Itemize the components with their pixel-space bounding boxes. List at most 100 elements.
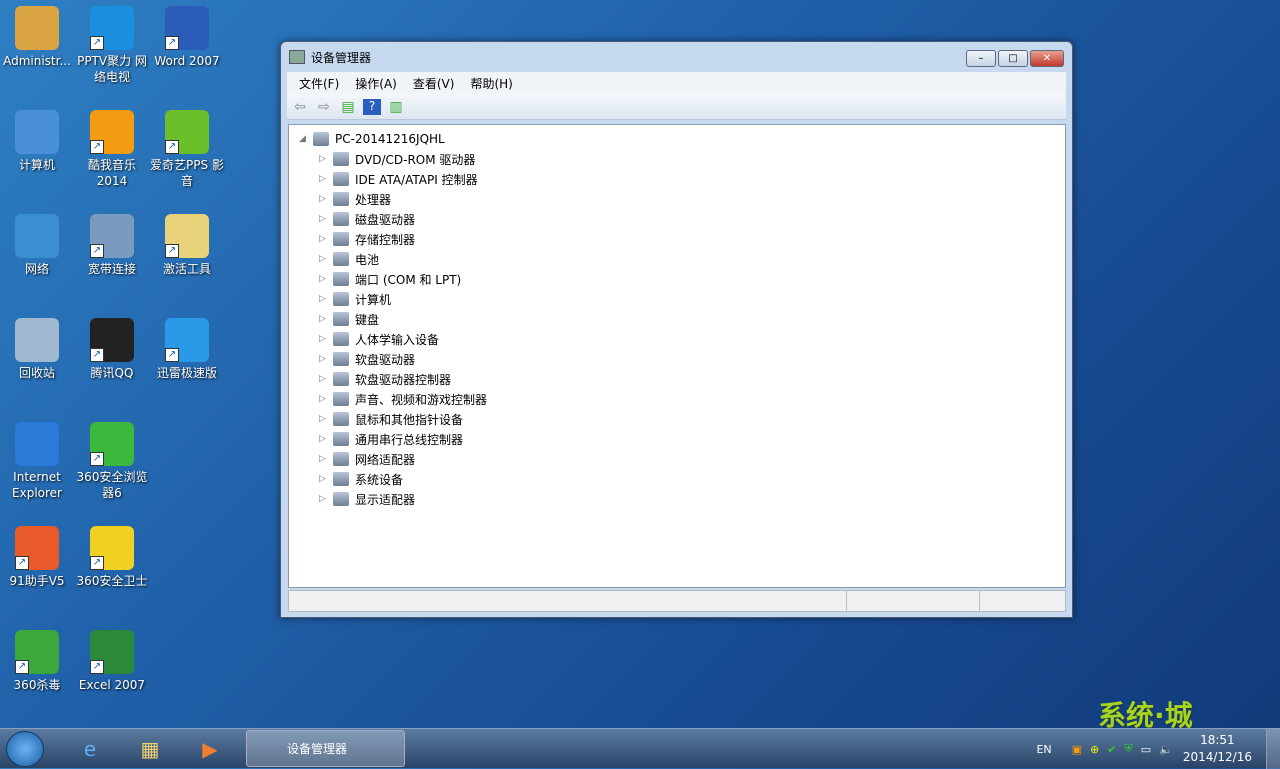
tree-item[interactable]: ▷ 端口 (COM 和 LPT) bbox=[299, 269, 1065, 289]
tree-item[interactable]: ▷ 网络适配器 bbox=[299, 449, 1065, 469]
tree-item[interactable]: ▷ 软盘驱动器 bbox=[299, 349, 1065, 369]
collapse-icon[interactable]: ◢ bbox=[299, 134, 309, 144]
desktop-icon[interactable]: ↗ Excel 2007 bbox=[74, 626, 150, 693]
tree-item[interactable]: ▷ 软盘驱动器控制器 bbox=[299, 369, 1065, 389]
menu-bar: 文件(F) 操作(A) 查看(V) 帮助(H) bbox=[287, 72, 1066, 94]
safely-remove-icon[interactable]: ✔ bbox=[1107, 743, 1116, 756]
desktop-icon[interactable]: ↗ 360安全浏览 器6 bbox=[74, 418, 150, 501]
minimize-button[interactable]: – bbox=[966, 50, 996, 67]
tree-item[interactable]: ▷ 存储控制器 bbox=[299, 229, 1065, 249]
forward-icon[interactable]: ⇨ bbox=[315, 99, 333, 115]
desktop-icon[interactable]: 计算机 bbox=[0, 106, 75, 173]
menu-file[interactable]: 文件(F) bbox=[291, 75, 347, 92]
tree-root[interactable]: ◢ PC-20141216JQHL bbox=[299, 129, 1065, 149]
language-indicator[interactable]: EN bbox=[1036, 743, 1051, 756]
desktop-icon[interactable]: Administr... bbox=[0, 2, 75, 69]
show-desktop-button[interactable] bbox=[1266, 729, 1280, 769]
expand-icon[interactable]: ▷ bbox=[319, 434, 329, 444]
expand-icon[interactable]: ▷ bbox=[319, 374, 329, 384]
properties-icon[interactable]: ▤ bbox=[339, 99, 357, 115]
file-explorer-icon[interactable]: ▦ bbox=[124, 731, 176, 767]
desktop-icon[interactable]: ↗ PPTV聚力 网络电视 bbox=[74, 2, 150, 85]
expand-icon[interactable]: ▷ bbox=[319, 414, 329, 424]
app-icon: ↗ bbox=[165, 214, 209, 258]
tree-item[interactable]: ▷ IDE ATA/ATAPI 控制器 bbox=[299, 169, 1065, 189]
expand-icon[interactable]: ▷ bbox=[319, 234, 329, 244]
kuwo-tray-icon[interactable]: ▣ bbox=[1072, 743, 1082, 756]
app-icon bbox=[15, 6, 59, 50]
menu-help[interactable]: 帮助(H) bbox=[462, 75, 520, 92]
desktop-icon-label: 计算机 bbox=[18, 158, 55, 172]
taskbar-device-manager[interactable]: 设备管理器 bbox=[246, 730, 405, 767]
tree-item[interactable]: ▷ 键盘 bbox=[299, 309, 1065, 329]
expand-icon[interactable]: ▷ bbox=[319, 294, 329, 304]
desktop-icon[interactable]: ↗ 腾讯QQ bbox=[74, 314, 150, 381]
device-category-icon bbox=[333, 192, 349, 206]
date: 2014/12/16 bbox=[1182, 750, 1252, 764]
tree-item[interactable]: ▷ 磁盘驱动器 bbox=[299, 209, 1065, 229]
tree-item[interactable]: ▷ 显示适配器 bbox=[299, 489, 1065, 509]
desktop-icon[interactable]: ↗ 360安全卫士 bbox=[74, 522, 150, 589]
close-button[interactable]: ✕ bbox=[1030, 50, 1064, 67]
title-bar[interactable]: 设备管理器 bbox=[281, 42, 1072, 72]
expand-icon[interactable]: ▷ bbox=[319, 454, 329, 464]
360-antivirus-tray-icon[interactable]: ⛨ bbox=[1124, 742, 1132, 756]
desktop-icon[interactable]: ↗ 宽带连接 bbox=[74, 210, 150, 277]
menu-view[interactable]: 查看(V) bbox=[405, 75, 463, 92]
device-category-icon bbox=[333, 292, 349, 306]
tree-item-label: 系统设备 bbox=[355, 472, 404, 487]
expand-icon[interactable]: ▷ bbox=[319, 474, 329, 484]
desktop-icon[interactable]: ↗ 爱奇艺PPS 影音 bbox=[149, 106, 225, 189]
device-category-icon bbox=[333, 412, 349, 426]
start-button[interactable] bbox=[6, 731, 44, 767]
expand-icon[interactable]: ▷ bbox=[319, 254, 329, 264]
maximize-button[interactable]: □ bbox=[998, 50, 1028, 67]
desktop-icon[interactable]: 网络 bbox=[0, 210, 75, 277]
expand-icon[interactable]: ▷ bbox=[319, 194, 329, 204]
desktop-icon[interactable]: ↗ 迅雷极速版 bbox=[149, 314, 225, 381]
back-icon[interactable]: ⇦ bbox=[291, 99, 309, 115]
device-manager-icon bbox=[289, 50, 305, 64]
tree-item[interactable]: ▷ DVD/CD-ROM 驱动器 bbox=[299, 149, 1065, 169]
tree-item[interactable]: ▷ 通用串行总线控制器 bbox=[299, 429, 1065, 449]
desktop-icon[interactable]: ↗ Word 2007 bbox=[149, 2, 225, 69]
desktop-icon[interactable]: ↗ 91助手V5 bbox=[0, 522, 75, 589]
desktop-icon[interactable]: Internet Explorer bbox=[0, 418, 75, 501]
tree-item[interactable]: ▷ 计算机 bbox=[299, 289, 1065, 309]
desktop-icon-label: 迅雷极速版 bbox=[156, 366, 217, 380]
tree-item-label: 鼠标和其他指针设备 bbox=[355, 412, 464, 427]
expand-icon[interactable]: ▷ bbox=[319, 494, 329, 504]
tree-item[interactable]: ▷ 电池 bbox=[299, 249, 1065, 269]
tree-item[interactable]: ▷ 声音、视频和游戏控制器 bbox=[299, 389, 1065, 409]
view-icon[interactable]: ▥ bbox=[387, 99, 405, 115]
tree-item[interactable]: ▷ 人体学输入设备 bbox=[299, 329, 1065, 349]
tree-item[interactable]: ▷ 鼠标和其他指针设备 bbox=[299, 409, 1065, 429]
expand-icon[interactable]: ▷ bbox=[319, 154, 329, 164]
network-icon[interactable]: ▭ bbox=[1141, 743, 1151, 756]
desktop-icon[interactable]: ↗ 酷我音乐 2014 bbox=[74, 106, 150, 189]
expand-icon[interactable]: ▷ bbox=[319, 214, 329, 224]
volume-icon[interactable]: 🔈 bbox=[1159, 743, 1173, 756]
internet-explorer-icon[interactable]: e bbox=[64, 731, 116, 767]
media-player-icon[interactable]: ▶ bbox=[184, 731, 236, 767]
expand-icon[interactable]: ▷ bbox=[319, 394, 329, 404]
desktop-icon[interactable]: ↗ 360杀毒 bbox=[0, 626, 75, 693]
menu-action[interactable]: 操作(A) bbox=[347, 75, 405, 92]
shortcut-arrow-icon: ↗ bbox=[15, 660, 29, 674]
expand-icon[interactable]: ▷ bbox=[319, 314, 329, 324]
desktop-icon[interactable]: ↗ 激活工具 bbox=[149, 210, 225, 277]
status-bar bbox=[288, 590, 1066, 612]
360-tray-icon[interactable]: ⊕ bbox=[1090, 743, 1099, 756]
expand-icon[interactable]: ▷ bbox=[319, 334, 329, 344]
app-icon: ↗ bbox=[90, 318, 134, 362]
tree-item[interactable]: ▷ 处理器 bbox=[299, 189, 1065, 209]
shortcut-arrow-icon: ↗ bbox=[90, 348, 104, 362]
help-icon[interactable]: ? bbox=[363, 98, 381, 115]
expand-icon[interactable]: ▷ bbox=[319, 354, 329, 364]
desktop-icon[interactable]: 回收站 bbox=[0, 314, 75, 381]
tree-item[interactable]: ▷ 系统设备 bbox=[299, 469, 1065, 489]
desktop-icon-label: 360安全卫士 bbox=[76, 574, 148, 588]
clock[interactable]: 18:51 2014/12/16 bbox=[1183, 732, 1252, 766]
expand-icon[interactable]: ▷ bbox=[319, 174, 329, 184]
expand-icon[interactable]: ▷ bbox=[319, 274, 329, 284]
